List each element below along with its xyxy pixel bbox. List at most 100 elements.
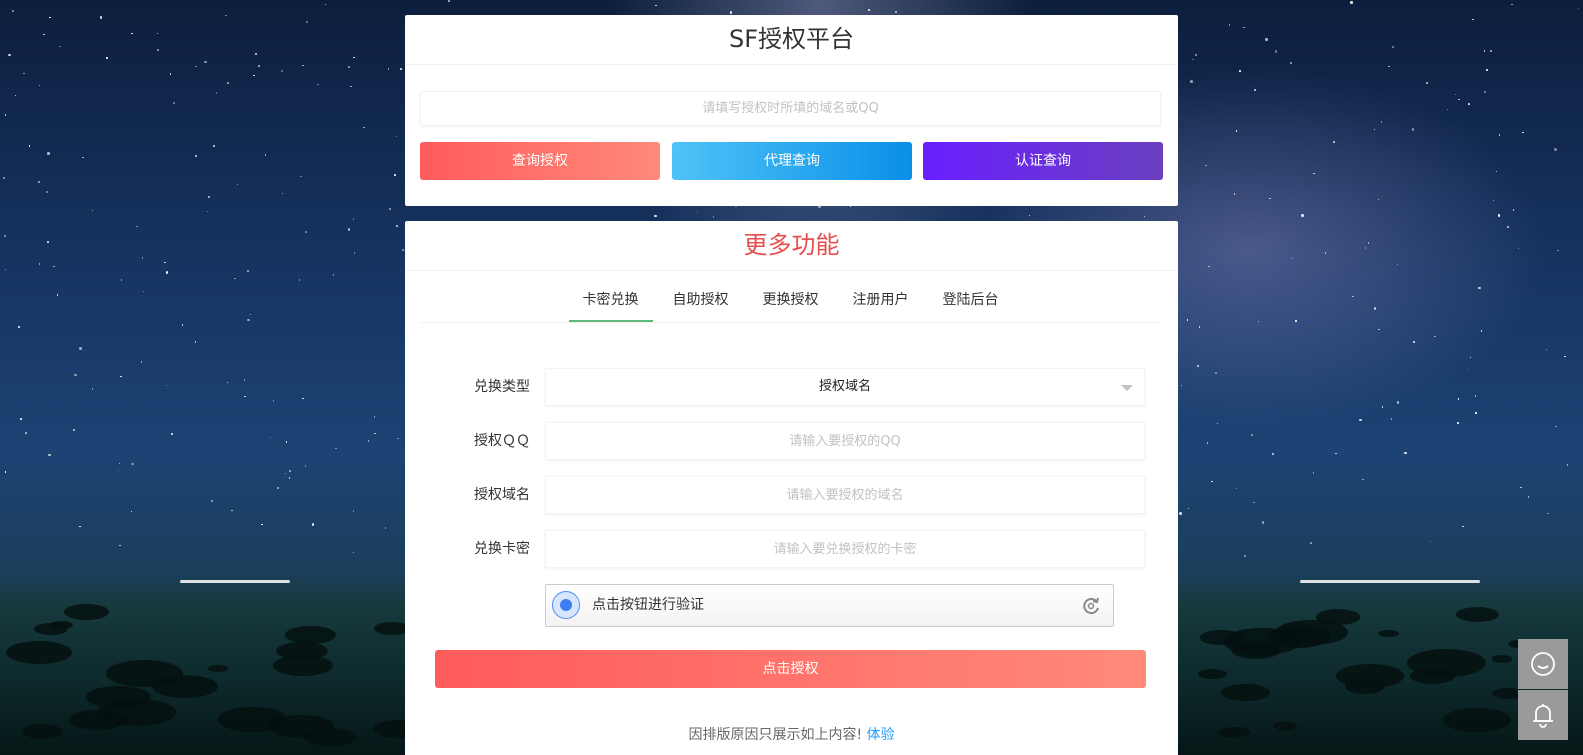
star: [367, 440, 370, 442]
star: [1554, 148, 1557, 151]
star: [1313, 172, 1315, 175]
star: [1180, 384, 1183, 386]
tab-change-authorization[interactable]: 更换授权: [749, 272, 833, 322]
tab-self-authorize[interactable]: 自助授权: [659, 272, 743, 322]
star: [696, 211, 698, 214]
shore-rock: [1491, 655, 1513, 663]
star: [1377, 198, 1380, 201]
star: [1484, 91, 1486, 93]
redeem-type-select[interactable]: 授权域名: [545, 368, 1145, 406]
shore-rock: [105, 659, 183, 687]
function-tabs: 卡密兑换 自助授权 更换授权 注册用户 登陆后台: [420, 272, 1161, 323]
star: [8, 53, 11, 57]
star: [304, 465, 307, 467]
agent-query-button[interactable]: 代理查询: [672, 142, 912, 180]
star: [1478, 286, 1481, 290]
star: [400, 68, 402, 70]
authorize-submit-button[interactable]: 点击授权: [435, 650, 1146, 688]
star: [1290, 257, 1293, 260]
notification-float-button[interactable]: [1518, 690, 1568, 740]
star: [171, 433, 173, 435]
star: [389, 208, 391, 210]
star: [1187, 507, 1190, 510]
star: [1404, 451, 1407, 455]
star: [335, 447, 337, 450]
star: [332, 274, 335, 276]
chat-float-button[interactable]: [1518, 639, 1568, 689]
domain-or-qq-search-input[interactable]: [420, 91, 1161, 126]
star: [99, 16, 102, 19]
star: [169, 73, 172, 75]
star: [53, 265, 55, 268]
star: [269, 436, 272, 439]
star: [352, 218, 355, 220]
star: [1333, 141, 1335, 143]
star: [1206, 442, 1209, 444]
star: [285, 441, 288, 443]
star: [305, 231, 307, 233]
star: [1350, 1, 1353, 4]
refresh-icon: [1083, 597, 1099, 615]
star: [353, 56, 355, 59]
star: [280, 69, 284, 73]
qq-input[interactable]: [545, 422, 1145, 460]
star: [729, 11, 733, 14]
shore-rock: [1198, 668, 1228, 679]
star: [156, 32, 159, 35]
star: [1364, 247, 1367, 249]
shore-rock: [64, 604, 109, 620]
star: [1507, 226, 1509, 228]
star: [1335, 452, 1337, 455]
more-functions-title: 更多功能: [405, 221, 1178, 271]
star: [1190, 80, 1193, 83]
star: [261, 523, 263, 526]
star: [289, 470, 291, 472]
star: [281, 192, 284, 195]
certification-query-button[interactable]: 认证查询: [923, 142, 1163, 180]
star: [117, 469, 120, 472]
shore-rock: [1409, 668, 1455, 684]
qq-row: 授权ＱＱ: [420, 422, 1161, 460]
star: [165, 384, 168, 387]
star: [136, 225, 138, 228]
star: [1269, 197, 1271, 200]
domain-input[interactable]: [545, 476, 1145, 514]
star: [91, 209, 94, 212]
platform-title: SF授权平台: [405, 15, 1178, 65]
star: [231, 509, 233, 512]
star: [1566, 464, 1568, 466]
dropdown-arrow-icon: [1121, 385, 1133, 391]
star: [402, 249, 404, 251]
star: [1235, 487, 1238, 490]
star: [1211, 480, 1213, 483]
star: [272, 400, 275, 402]
star: [164, 261, 166, 264]
card-key-input[interactable]: [545, 530, 1145, 568]
star: [1390, 418, 1393, 420]
star: [142, 290, 145, 293]
star: [1352, 295, 1354, 298]
star: [253, 74, 255, 77]
star: [306, 21, 308, 23]
experience-link[interactable]: 体验: [867, 727, 895, 743]
star: [1475, 412, 1477, 414]
tab-register-user[interactable]: 注册用户: [839, 272, 923, 322]
star: [131, 462, 134, 465]
footnote: 因排版原因只展示如上内容! 体验: [405, 724, 1178, 744]
star: [895, 11, 897, 13]
star: [1517, 247, 1520, 250]
star: [1251, 434, 1253, 436]
star: [1205, 164, 1207, 167]
tab-admin-login[interactable]: 登陆后台: [929, 272, 1013, 322]
star: [4, 114, 7, 116]
shore-rock: [1267, 626, 1331, 649]
star: [264, 154, 266, 156]
star: [298, 279, 301, 281]
tab-card-redeem[interactable]: 卡密兑换: [568, 272, 653, 322]
star: [1392, 46, 1394, 48]
star: [47, 241, 49, 243]
query-authorization-button[interactable]: 查询授权: [420, 142, 660, 180]
star: [317, 83, 319, 86]
shore-rock: [6, 641, 73, 665]
captcha-verify-button[interactable]: 点击按钮进行验证: [545, 584, 1114, 627]
